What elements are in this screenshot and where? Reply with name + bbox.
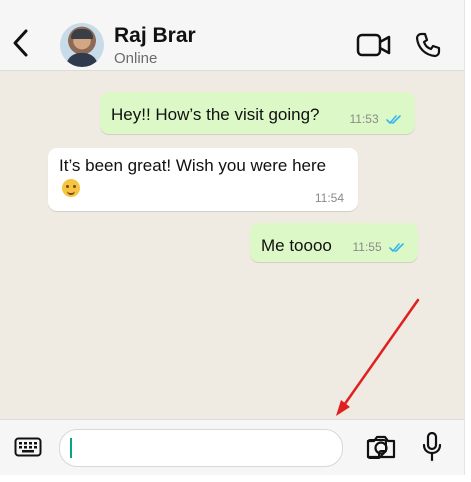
avatar-cap [71, 29, 93, 39]
message-time: 11:53 [349, 112, 379, 126]
message-meta: 11:53 [350, 112, 403, 128]
message-input-bar [0, 419, 464, 475]
outgoing-message-bubble[interactable]: Me toooo 11:55 [250, 223, 418, 262]
camera-icon[interactable] [365, 434, 397, 460]
contact-name[interactable]: Raj Brar [114, 24, 196, 48]
message-text-content: It’s been great! Wish you were here [59, 156, 327, 175]
microphone-icon[interactable] [422, 431, 442, 463]
message-text: It’s been great! Wish you were here [59, 154, 329, 200]
message-meta: 11:55 [353, 240, 406, 256]
phone-icon[interactable] [414, 31, 442, 59]
message-time: 11:55 [352, 240, 382, 254]
message-text: Hey!! How’s the visit going? [111, 105, 320, 124]
double-check-icon [386, 114, 403, 128]
avatar-shirt [66, 53, 98, 67]
avatar[interactable] [60, 23, 104, 67]
red-arrow-icon [330, 296, 426, 420]
chat-header: Raj Brar Online [0, 0, 464, 71]
chevron-left-icon[interactable] [10, 28, 32, 58]
double-check-icon [389, 242, 406, 256]
text-caret [70, 438, 72, 458]
contact-status: Online [114, 50, 158, 67]
message-input[interactable] [59, 429, 387, 467]
video-camera-icon[interactable] [356, 32, 392, 58]
keyboard-icon[interactable] [14, 437, 42, 457]
message-time: 11:54 [314, 191, 344, 205]
outgoing-message-bubble[interactable]: Hey!! How’s the visit going? 11:53 [100, 92, 415, 134]
message-text: Me toooo [261, 236, 332, 255]
smiling-face-icon [62, 179, 80, 197]
incoming-message-bubble[interactable]: It’s been great! Wish you were here 11:5… [48, 148, 358, 211]
